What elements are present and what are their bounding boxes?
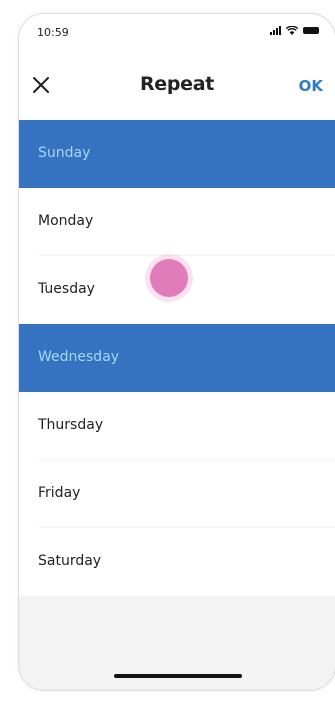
day-label: Sunday bbox=[38, 145, 91, 161]
day-label: Monday bbox=[38, 213, 94, 229]
battery-icon bbox=[303, 27, 319, 34]
navigation-bar: Repeat OK bbox=[19, 50, 335, 120]
day-row-monday[interactable]: Monday bbox=[19, 188, 335, 256]
status-bar: 10:59 bbox=[19, 14, 335, 50]
ok-button[interactable]: OK bbox=[299, 77, 323, 95]
day-label: Saturday bbox=[38, 553, 102, 569]
day-label: Wednesday bbox=[38, 349, 120, 365]
day-row-saturday[interactable]: Saturday bbox=[19, 528, 335, 596]
day-row-thursday[interactable]: Thursday bbox=[19, 392, 335, 460]
day-row-friday[interactable]: Friday bbox=[19, 460, 335, 528]
days-list: Sunday Monday Tuesday Wednesday Thursday… bbox=[19, 120, 335, 596]
touch-indicator bbox=[150, 259, 188, 297]
status-icons bbox=[270, 26, 319, 35]
phone-frame: 10:59 Repeat OK Sunday Monday Tuesday We… bbox=[18, 13, 335, 691]
day-label: Tuesday bbox=[38, 281, 95, 297]
signal-icon bbox=[270, 26, 281, 35]
day-label: Thursday bbox=[38, 417, 104, 433]
day-row-wednesday[interactable]: Wednesday bbox=[19, 324, 335, 392]
home-indicator[interactable] bbox=[114, 674, 242, 678]
day-label: Friday bbox=[38, 485, 81, 501]
wifi-icon bbox=[286, 26, 298, 35]
status-time: 10:59 bbox=[37, 26, 69, 39]
page-title: Repeat bbox=[139, 73, 215, 95]
day-row-sunday[interactable]: Sunday bbox=[19, 120, 335, 188]
